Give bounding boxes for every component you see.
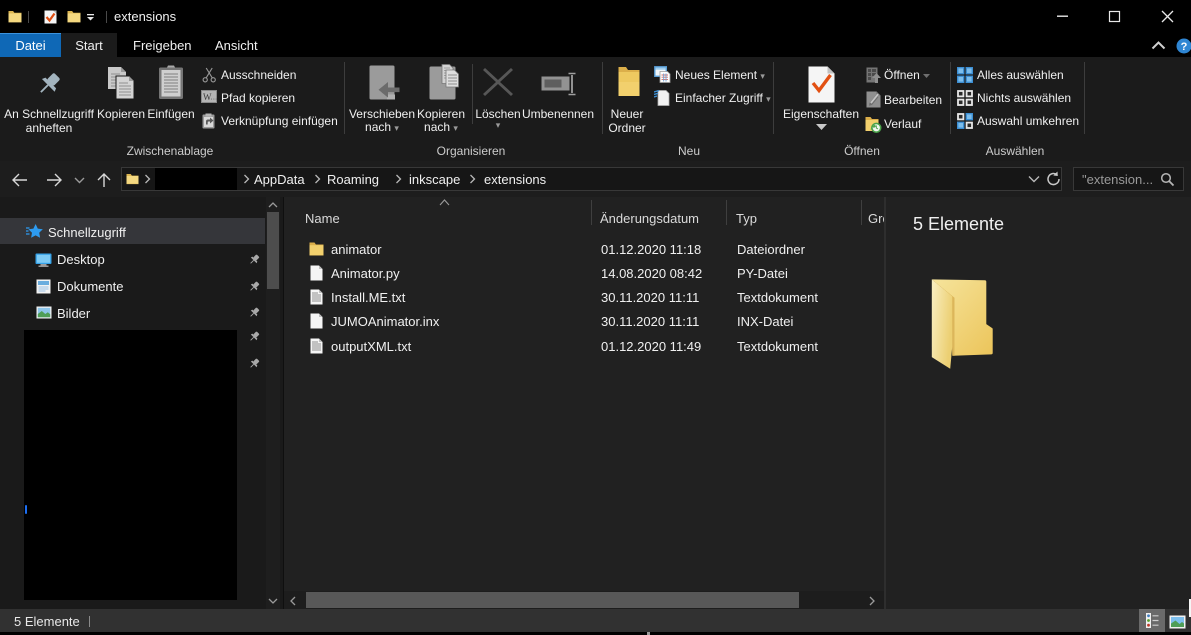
svg-text:...: ... [211, 93, 218, 102]
svg-text:?: ? [1181, 41, 1188, 53]
